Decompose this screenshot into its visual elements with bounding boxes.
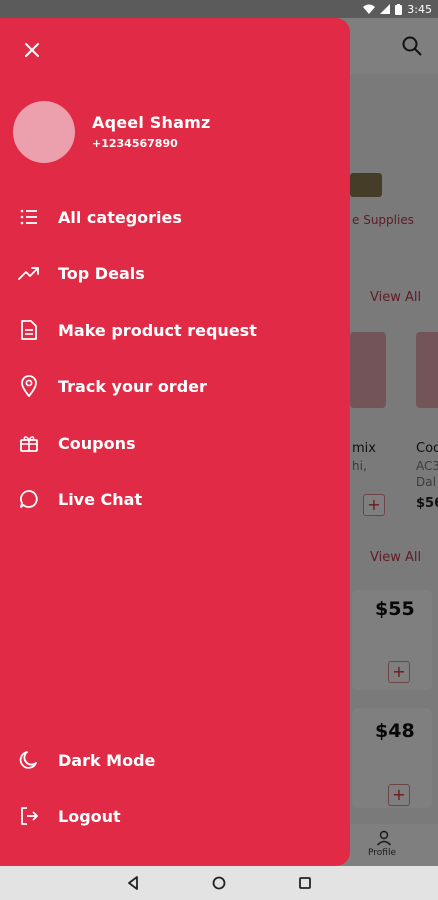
menu-item-label: Coupons bbox=[58, 433, 136, 453]
menu-item-all-categories[interactable]: All categories bbox=[0, 195, 350, 239]
battery-icon bbox=[395, 3, 403, 15]
avatar[interactable] bbox=[13, 101, 75, 163]
back-icon[interactable] bbox=[125, 875, 141, 891]
menu-item-product-request[interactable]: Make product request bbox=[0, 308, 350, 352]
menu-item-live-chat[interactable]: Live Chat bbox=[0, 477, 350, 521]
user-name: Aqeel Shamz bbox=[92, 113, 211, 132]
wifi-icon bbox=[363, 4, 376, 14]
navigation-drawer: Aqeel Shamz +1234567890 All categories T… bbox=[0, 18, 350, 866]
signal-icon bbox=[380, 4, 391, 14]
document-icon bbox=[18, 319, 40, 341]
menu-item-top-deals[interactable]: Top Deals bbox=[0, 251, 350, 295]
menu-item-label: Top Deals bbox=[58, 263, 145, 283]
status-time: 3:45 bbox=[407, 2, 432, 16]
chat-bubble-icon bbox=[18, 488, 40, 510]
menu-item-label: Track your order bbox=[58, 376, 207, 396]
status-bar: 3:45 bbox=[0, 0, 438, 18]
user-phone: +1234567890 bbox=[92, 137, 178, 150]
trending-up-icon bbox=[18, 262, 40, 284]
menu-item-label: Logout bbox=[58, 806, 121, 826]
location-pin-icon bbox=[18, 375, 40, 397]
home-icon[interactable] bbox=[211, 875, 227, 891]
gift-icon bbox=[18, 432, 40, 454]
moon-icon bbox=[18, 749, 40, 771]
system-nav-bar bbox=[0, 866, 438, 900]
menu-item-label: Make product request bbox=[58, 320, 257, 340]
menu-item-coupons[interactable]: Coupons bbox=[0, 421, 350, 465]
menu-item-track-order[interactable]: Track your order bbox=[0, 364, 350, 408]
menu-item-label: Dark Mode bbox=[58, 750, 156, 770]
menu-item-label: All categories bbox=[58, 207, 182, 227]
menu-item-dark-mode[interactable]: Dark Mode bbox=[0, 738, 350, 782]
close-button[interactable] bbox=[20, 38, 44, 62]
close-icon[interactable] bbox=[23, 41, 41, 59]
recents-icon[interactable] bbox=[297, 875, 313, 891]
menu-item-label: Live Chat bbox=[58, 489, 143, 509]
logout-icon bbox=[18, 805, 40, 827]
list-icon bbox=[18, 206, 40, 228]
menu-item-logout[interactable]: Logout bbox=[0, 794, 350, 838]
